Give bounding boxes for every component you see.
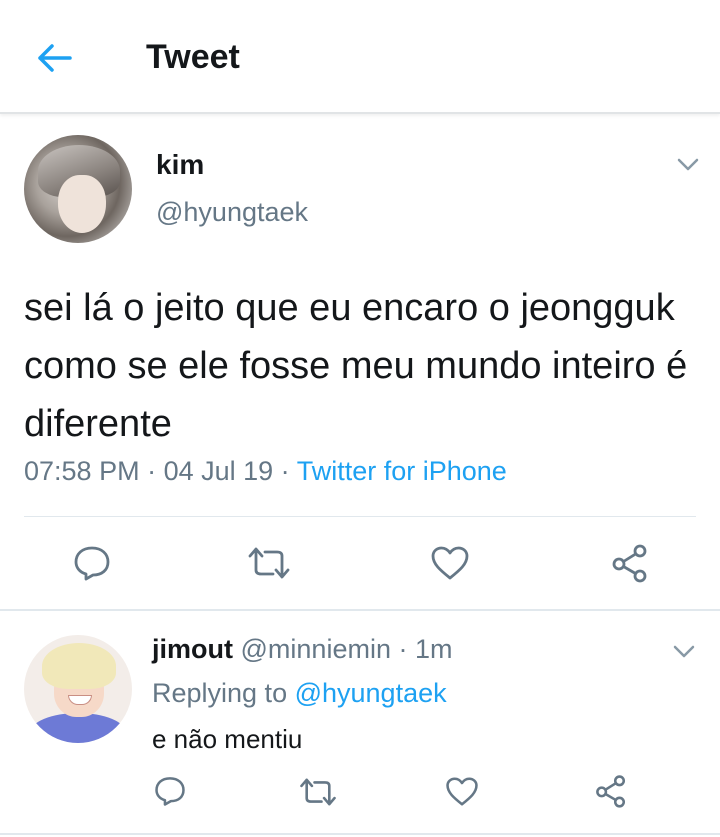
section-divider [0,609,720,611]
share-icon[interactable] [594,774,628,808]
tweet-time: 07:58 PM [24,456,140,486]
tweet-author-handle[interactable]: @hyungtaek [156,197,308,228]
avatar-shirt [30,713,126,743]
divider [24,516,696,517]
section-divider [0,833,720,835]
retweet-icon[interactable] [298,777,338,807]
replying-to: Replying to @hyungtaek [152,678,447,709]
reply-icon[interactable] [72,544,112,582]
like-icon[interactable] [430,545,470,581]
chevron-down-icon[interactable] [673,645,695,659]
replying-handle-link[interactable]: @hyungtaek [295,678,447,708]
meta-separator: · [139,456,164,486]
meta-separator: · [273,456,297,486]
avatar[interactable] [24,135,132,243]
replying-prefix: Replying to [152,678,295,708]
avatar-hair [42,643,116,689]
back-arrow-icon[interactable] [34,38,78,78]
share-icon[interactable] [610,543,650,583]
meta-separator: · [390,634,415,664]
tweet-date: 04 Jul 19 [163,456,274,486]
reply-avatar[interactable] [24,635,132,743]
reply-author-name[interactable]: jimout [152,634,233,664]
tweet-author-name[interactable]: kim [156,149,204,181]
avatar-face [58,175,106,233]
reply-author-handle[interactable]: @minniemin [241,634,391,664]
retweet-icon[interactable] [246,546,292,580]
reply-header: jimout @minniemin · 1m [152,634,452,665]
reply-icon[interactable] [153,775,187,807]
like-icon[interactable] [445,776,479,807]
top-app-bar: Tweet [0,0,720,114]
reply-age: 1m [414,634,453,664]
tweet-source-link[interactable]: Twitter for iPhone [297,456,507,486]
chevron-down-icon[interactable] [677,158,699,172]
tweet-meta: 07:58 PM · 04 Jul 19 · Twitter for iPhon… [24,456,507,487]
reply-text: e não mentiu [152,724,303,754]
page-title: Tweet [146,38,240,76]
tweet-text: sei lá o jeito que eu encaro o jeongguk … [24,287,688,445]
